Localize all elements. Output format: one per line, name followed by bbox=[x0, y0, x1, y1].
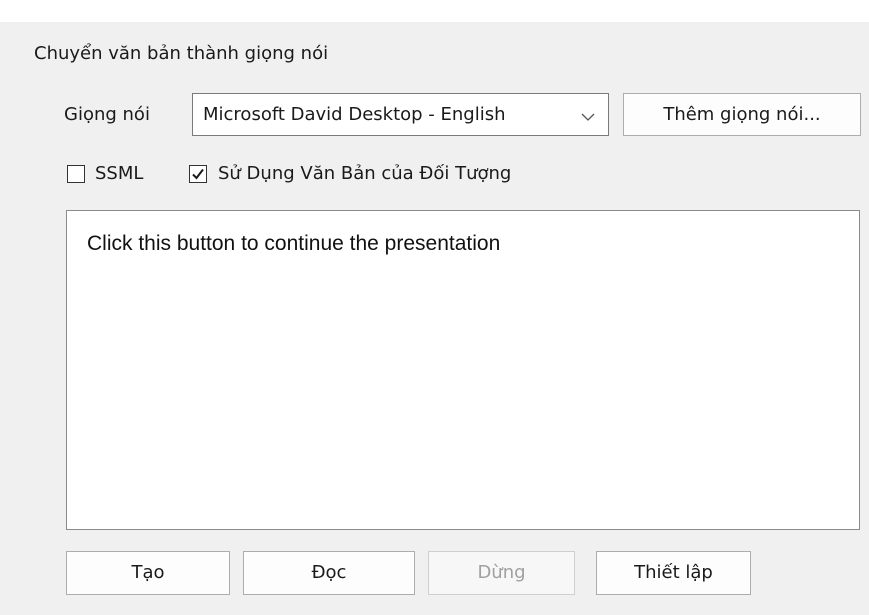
top-strip bbox=[0, 0, 869, 22]
section-title: Chuyển văn bản thành giọng nói bbox=[34, 43, 329, 64]
voice-label: Giọng nói bbox=[64, 104, 150, 125]
create-button[interactable]: Tạo bbox=[66, 551, 230, 595]
stop-button[interactable]: Dừng bbox=[428, 551, 575, 595]
ssml-label: SSML bbox=[95, 163, 144, 184]
ssml-checkbox[interactable] bbox=[67, 165, 85, 183]
settings-button[interactable]: Thiết lập bbox=[596, 551, 751, 595]
speech-text-content: Click this button to continue the presen… bbox=[87, 232, 501, 255]
checkmark-icon bbox=[192, 168, 204, 180]
speech-text-area[interactable]: Click this button to continue the presen… bbox=[66, 210, 860, 530]
voice-dropdown-value: Microsoft David Desktop - English bbox=[203, 104, 506, 125]
use-object-text-label: Sử Dụng Văn Bản của Đối Tượng bbox=[218, 163, 512, 184]
voice-dropdown[interactable]: Microsoft David Desktop - English bbox=[192, 93, 609, 136]
use-object-text-checkbox[interactable] bbox=[189, 165, 207, 183]
add-voice-button[interactable]: Thêm giọng nói... bbox=[623, 93, 861, 136]
chevron-down-icon bbox=[580, 108, 596, 121]
read-button[interactable]: Đọc bbox=[243, 551, 415, 595]
